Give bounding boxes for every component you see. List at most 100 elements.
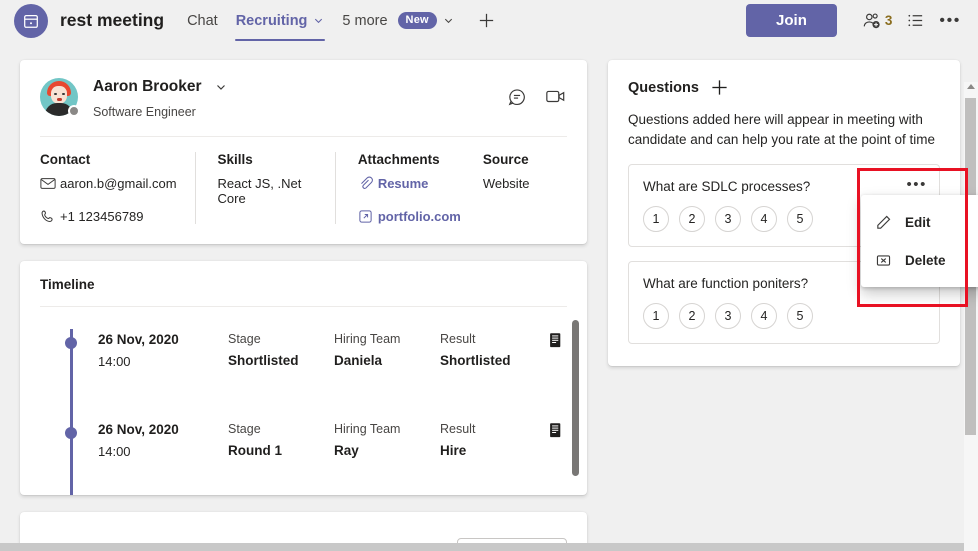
contact-email-value: aaron.b@gmail.com (60, 176, 177, 191)
add-people-icon[interactable]: 3 (855, 12, 900, 30)
timeline-team-label: Hiring Team (334, 422, 401, 436)
detail-column-attachments: Attachments Resume portfolio.com (334, 152, 471, 224)
candidate-card: Aaron Brooker Software Engineer Contact … (20, 60, 587, 244)
list-icon[interactable] (899, 11, 932, 30)
attachment-resume[interactable]: Resume (358, 176, 453, 191)
video-camera-icon[interactable] (545, 87, 567, 107)
rating-option-4[interactable]: 4 (751, 303, 777, 329)
timeline-result-value: Shortlisted (440, 353, 511, 368)
scroll-up-arrow-icon[interactable] (967, 84, 975, 89)
rating-option-1[interactable]: 1 (643, 303, 669, 329)
detail-column-skills: Skills React JS, .Net Core (194, 152, 335, 224)
timeline-stage-value: Round 1 (228, 443, 282, 458)
tab-more-label: 5 more (342, 12, 388, 29)
phone-icon (40, 209, 60, 224)
detail-heading: Contact (40, 152, 91, 167)
timeline-time: 14:00 (98, 444, 131, 459)
timeline-scrollbar[interactable] (572, 320, 579, 476)
timeline-dot (65, 427, 77, 439)
tab-chat[interactable]: Chat (178, 0, 227, 41)
candidate-header: Aaron Brooker Software Engineer (40, 78, 567, 119)
attachment-portfolio-label: portfolio.com (377, 209, 461, 224)
question-more-icon[interactable]: ••• (906, 177, 927, 192)
timeline-card: Timeline 26 Nov, 2020 14:00 Stage Shortl… (20, 261, 587, 495)
candidate-role: Software Engineer (93, 105, 196, 119)
note-icon[interactable] (548, 332, 564, 354)
questions-title: Questions (628, 79, 699, 96)
rating-option-3[interactable]: 3 (715, 303, 741, 329)
timeline-team-label: Hiring Team (334, 332, 401, 346)
timeline-result-value: Hire (440, 443, 467, 458)
timeline-stage-cell: Stage Round 1 (228, 422, 334, 458)
context-menu-item-delete[interactable]: Delete (861, 241, 978, 279)
rating-option-5[interactable]: 5 (787, 303, 813, 329)
divider (40, 136, 567, 137)
tab-recruiting-label: Recruiting (235, 12, 308, 29)
horizontal-scrollbar[interactable] (0, 543, 964, 551)
paperclip-icon (358, 176, 378, 191)
mail-icon (40, 177, 60, 190)
plus-icon[interactable] (477, 11, 496, 30)
questions-panel: Questions Questions added here will appe… (608, 60, 978, 366)
teams-meeting-recruiting-app: rest meeting Chat Recruiting 5 more New (0, 0, 978, 551)
timeline-stage-label: Stage (228, 332, 261, 346)
contact-phone[interactable]: +1 123456789 (40, 209, 177, 224)
skills-value: React JS, .Net Core (217, 176, 302, 206)
chevron-down-icon[interactable] (443, 15, 454, 26)
avatar (40, 78, 80, 117)
attachment-resume-label: Resume (377, 176, 429, 191)
tab-recruiting[interactable]: Recruiting (227, 0, 334, 41)
chat-bubble-icon[interactable] (507, 87, 527, 107)
timeline-stage-label: Stage (228, 422, 261, 436)
external-link-icon (358, 209, 378, 224)
rating-option-2[interactable]: 2 (679, 303, 705, 329)
calendar-icon (14, 3, 48, 38)
join-button[interactable]: Join (746, 4, 837, 37)
pencil-icon (875, 214, 905, 231)
candidate-quick-actions (507, 87, 567, 107)
timeline-result-cell: Result Shortlisted (440, 332, 546, 368)
plus-icon[interactable] (710, 78, 729, 97)
source-row: Website (483, 176, 549, 191)
detail-heading: Source (482, 152, 529, 167)
rating-option-5[interactable]: 5 (787, 206, 813, 232)
question-item: What are SDLC processes? 1 2 3 4 5 ••• E… (628, 164, 978, 287)
detail-column-source: Source Website (471, 152, 567, 224)
contact-email[interactable]: aaron.b@gmail.com (40, 176, 177, 191)
rating-option-1[interactable]: 1 (643, 206, 669, 232)
timeline-stage-cell: Stage Shortlisted (228, 332, 334, 368)
timeline-time: 14:00 (98, 354, 131, 369)
attachment-portfolio[interactable]: portfolio.com (358, 209, 461, 224)
presence-indicator (68, 105, 80, 117)
new-badge: New (397, 11, 437, 30)
skills-row: React JS, .Net Core (218, 176, 317, 206)
question-text: What are SDLC processes? (643, 179, 811, 194)
detail-heading: Skills (217, 152, 253, 167)
rating-option-4[interactable]: 4 (751, 206, 777, 232)
timeline-title: Timeline (40, 277, 95, 292)
table-row: 26 Nov, 2020 14:00 Stage Round 1 Hiring … (40, 413, 567, 495)
timeline-date-cell: 26 Nov, 2020 14:00 (98, 332, 228, 369)
timeline-date: 26 Nov, 2020 (98, 332, 179, 347)
context-menu-item-edit[interactable]: Edit (861, 203, 978, 241)
more-horizontal-icon[interactable]: ••• (932, 12, 968, 29)
right-column: Questions Questions added here will appe… (608, 60, 978, 366)
delete-box-icon (875, 252, 905, 269)
page-scrollbar[interactable] (964, 82, 978, 551)
tab-more[interactable]: 5 more New (333, 0, 462, 41)
timeline-team-value: Daniela (334, 353, 383, 368)
participants-count: 3 (884, 13, 893, 28)
note-icon[interactable] (548, 422, 564, 444)
chevron-down-icon[interactable] (313, 15, 324, 26)
tab-bar: Chat Recruiting 5 more New (178, 0, 496, 41)
rating-option-3[interactable]: 3 (715, 206, 741, 232)
contact-phone-value: +1 123456789 (60, 209, 144, 224)
detail-heading: Attachments (357, 152, 440, 167)
left-column: Aaron Brooker Software Engineer Contact … (20, 60, 587, 551)
content-area: Aaron Brooker Software Engineer Contact … (0, 41, 978, 551)
rating-option-2[interactable]: 2 (679, 206, 705, 232)
app-header: rest meeting Chat Recruiting 5 more New (0, 0, 978, 41)
chevron-down-icon[interactable] (215, 81, 227, 93)
timeline-dot (65, 337, 77, 349)
timeline-date: 26 Nov, 2020 (98, 422, 179, 437)
